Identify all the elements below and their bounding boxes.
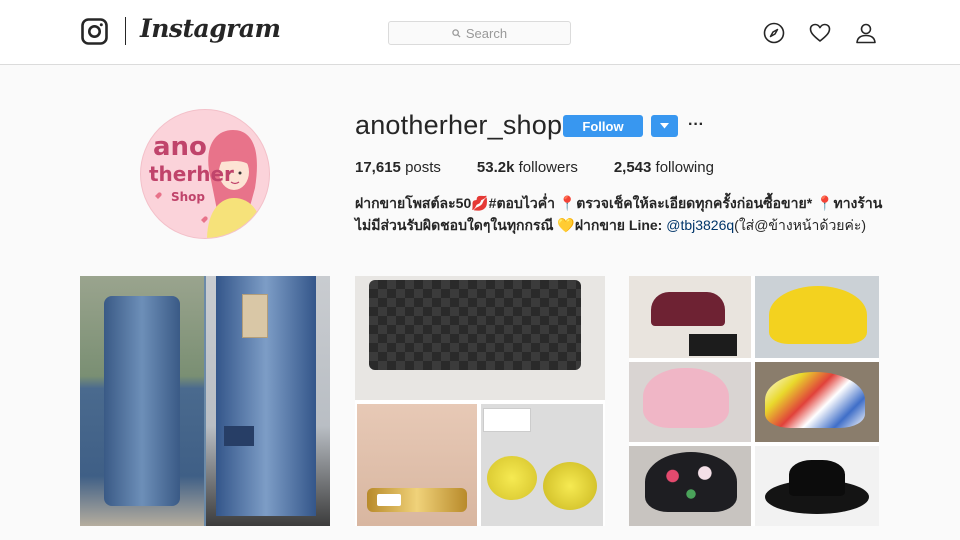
comic-cap-photo (755, 362, 879, 442)
search-icon (452, 28, 461, 38)
heart-icon[interactable] (809, 22, 831, 44)
profile-bio: ฝากขายโพสต์ละ50💋#ตอบไวค่ำ 📍ตรวจเช็คให้ละ… (355, 192, 895, 236)
compass-icon[interactable] (763, 22, 785, 44)
posts-count: 17,615 (355, 159, 401, 176)
following-label: following (655, 159, 714, 176)
black-hat-photo (755, 446, 879, 526)
followers-count: 53.2k (476, 159, 515, 176)
instagram-wordmark[interactable]: Instagram (140, 14, 281, 43)
sunglasses-photo (481, 404, 603, 526)
avatar-logo-text: Shop (171, 190, 206, 204)
avatar-logo-text: ano (153, 132, 207, 162)
post-thumbnail-jeans[interactable] (80, 276, 330, 526)
post-thumbnail-hats[interactable] (629, 276, 879, 526)
jeans-photo-left (80, 276, 204, 526)
bio-text-suffix: (ใส่@ข้างหน้าด้วยค่ะ) (734, 217, 867, 233)
search-placeholder: Search (465, 25, 508, 41)
followers-stat[interactable]: 53.2k followers (477, 159, 578, 176)
profile-username: anotherher_shop (355, 110, 563, 140)
bio-mention-link[interactable]: @tbj3826q (666, 217, 734, 233)
search-input[interactable]: Search (388, 21, 571, 45)
posts-label: posts (405, 159, 441, 176)
wallet-photo (355, 276, 605, 400)
profile-stats: 17,615 posts 53.2k followers 2,543 follo… (355, 159, 750, 176)
more-options-button[interactable]: ··· (688, 115, 706, 137)
logo-divider (125, 17, 126, 45)
suggested-dropdown-button[interactable] (651, 115, 678, 137)
posts-stat: 17,615 posts (355, 159, 441, 176)
following-count: 2,543 (613, 159, 652, 176)
following-stat[interactable]: 2,543 following (614, 159, 714, 176)
yellow-cap-photo (755, 276, 879, 358)
instagram-glyph-icon[interactable] (81, 18, 108, 45)
post-thumbnail-accessories[interactable] (355, 276, 605, 526)
pink-hat-photo (629, 362, 751, 442)
avatar-logo-text: therher (149, 162, 234, 186)
top-nav: Instagram Search (0, 0, 960, 65)
followers-label: followers (518, 159, 578, 176)
follow-button[interactable]: Follow (563, 115, 643, 137)
caret-down-icon (660, 123, 669, 129)
user-icon[interactable] (855, 22, 877, 44)
sandals-photo (629, 276, 751, 358)
profile-avatar[interactable]: ano therher Shop (140, 109, 270, 239)
floral-cap-photo (629, 446, 751, 526)
bracelet-photo (357, 404, 477, 526)
jeans-photo-right (206, 276, 330, 526)
